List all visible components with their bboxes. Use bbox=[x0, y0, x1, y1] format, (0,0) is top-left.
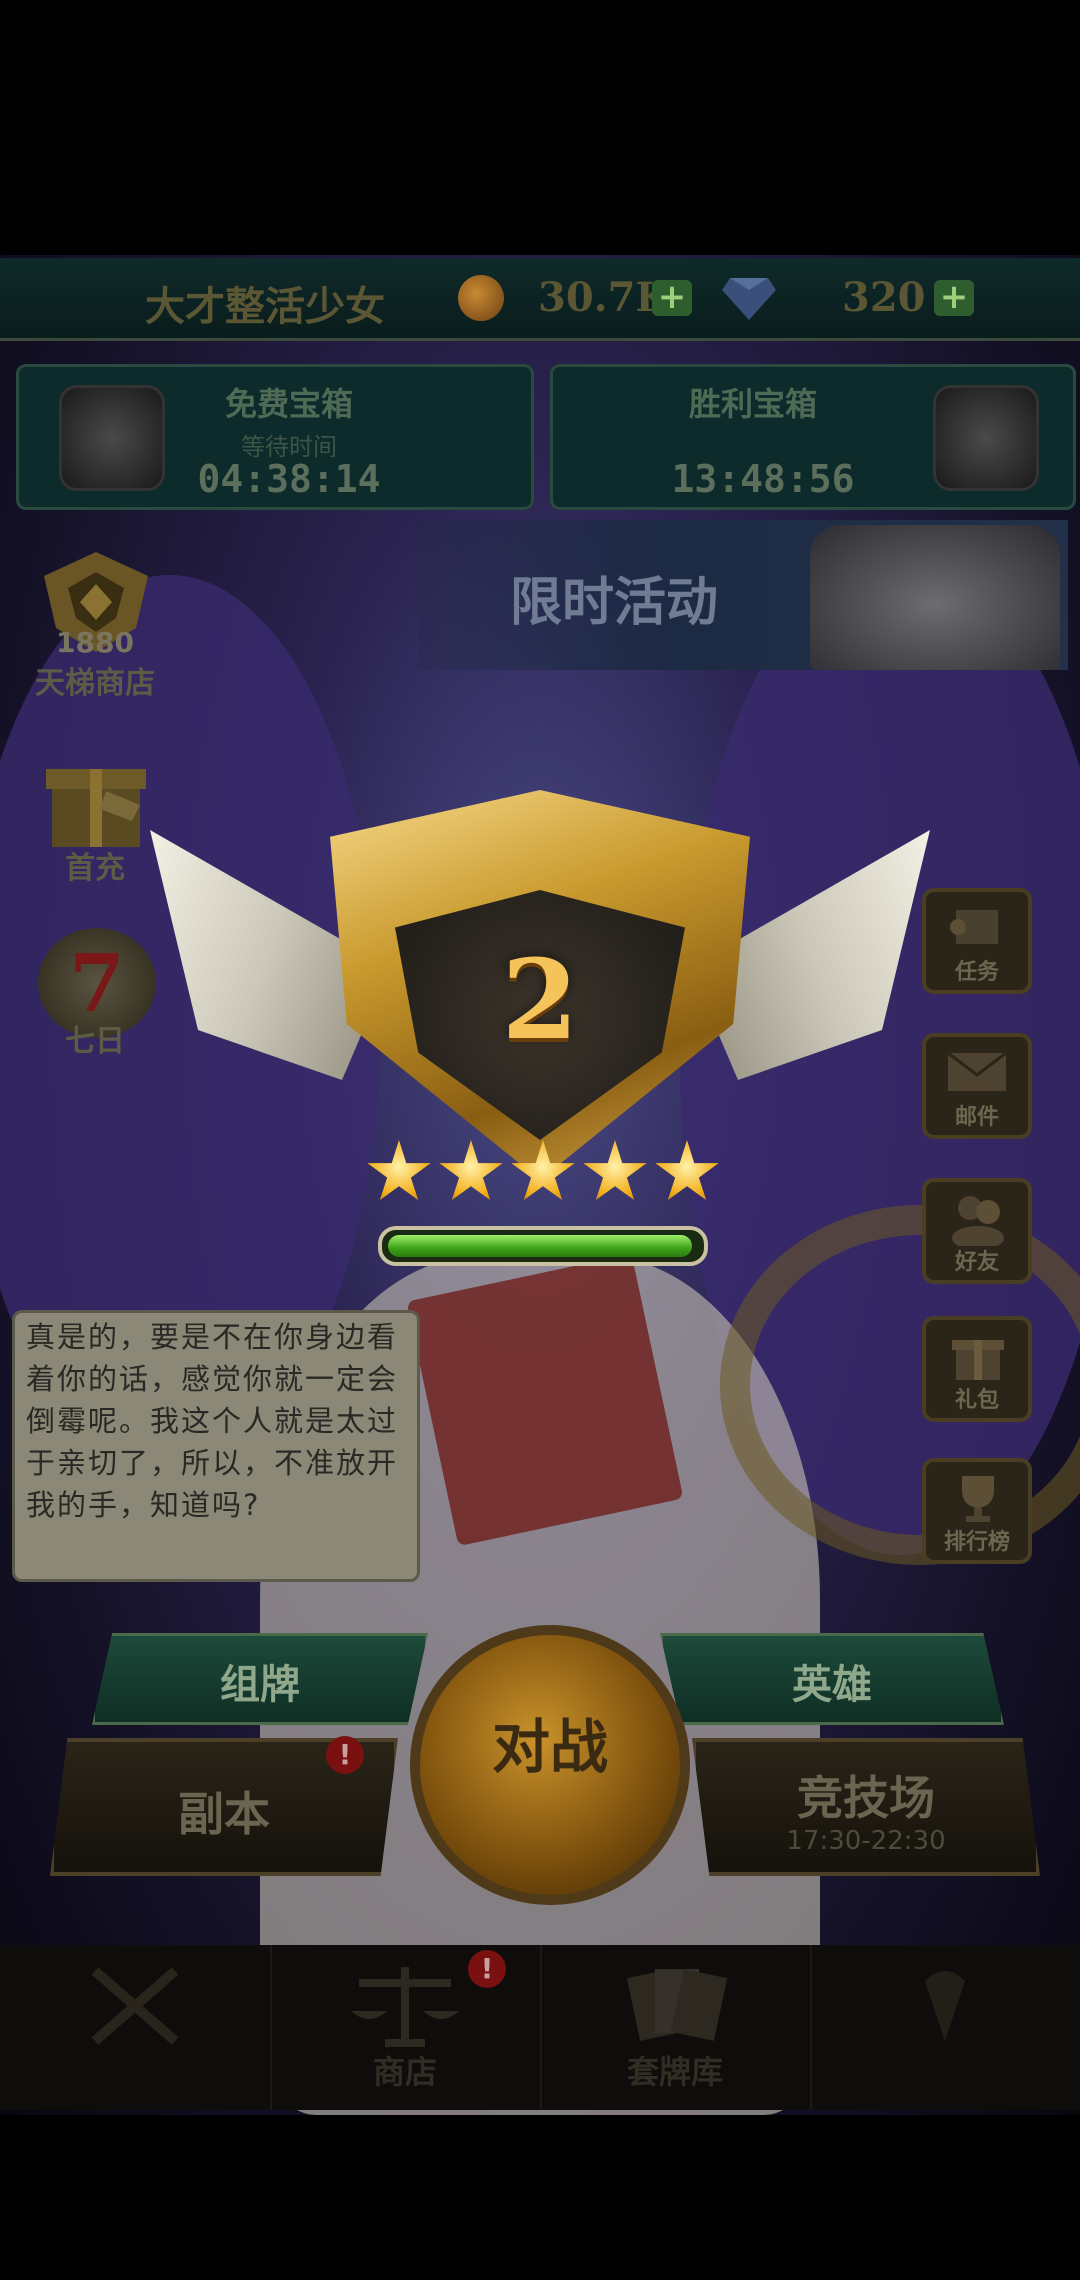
arena-hours: 17:30-22:30 bbox=[786, 1826, 946, 1856]
gift-box-icon[interactable] bbox=[36, 745, 156, 855]
add-gold-button[interactable]: + bbox=[652, 280, 692, 316]
nav-tab-deck-library[interactable]: 套牌库 bbox=[540, 1945, 812, 2110]
ladder-shop-label[interactable]: 天梯商店 bbox=[20, 658, 170, 702]
battle-label[interactable]: 对战 bbox=[410, 1700, 690, 1784]
more-icon bbox=[925, 1971, 965, 2041]
deck-label: 组牌 bbox=[220, 1662, 300, 1708]
rank-level-number: 2 bbox=[501, 935, 579, 1064]
nav-shop-label: 商店 bbox=[372, 2053, 437, 2091]
friends-button[interactable]: 好友 bbox=[922, 1178, 1032, 1284]
victory-chest-icon bbox=[933, 385, 1039, 491]
gift-pack-label: 礼包 bbox=[954, 1388, 999, 1413]
envelope-icon bbox=[947, 1051, 1007, 1091]
gift-pack-button[interactable]: 礼包 bbox=[922, 1316, 1032, 1422]
scroll-icon bbox=[950, 910, 998, 944]
resource-bar: 大才整活少女 30.7K + 320 + bbox=[0, 258, 1080, 341]
free-chest-title: 免费宝箱 bbox=[224, 385, 353, 423]
heroes-label: 英雄 bbox=[792, 1662, 872, 1708]
scales-icon bbox=[351, 1967, 459, 2047]
shop-alert-badge: ! bbox=[468, 1950, 506, 1988]
friends-icon bbox=[952, 1196, 1004, 1246]
tasks-label: 任务 bbox=[954, 960, 999, 985]
free-chest-timer: 04:38:14 bbox=[197, 457, 381, 501]
nav-tab-more[interactable] bbox=[810, 1945, 1080, 2110]
diamond-icon bbox=[722, 278, 776, 320]
dungeon-label: 副本 bbox=[178, 1787, 270, 1841]
gift-icon bbox=[952, 1340, 1004, 1380]
heroes-button[interactable]: 英雄 bbox=[660, 1633, 1004, 1725]
add-gem-button[interactable]: + bbox=[934, 280, 974, 316]
rank-progress-bar bbox=[378, 1226, 708, 1266]
seven-day-label[interactable]: 七日 bbox=[20, 1016, 170, 1060]
tasks-button[interactable]: 任务 bbox=[922, 888, 1032, 994]
free-chest-panel[interactable]: 免费宝箱 等待时间 04:38:14 bbox=[16, 364, 534, 510]
nav-tab-home[interactable] bbox=[0, 1945, 272, 2110]
victory-chest-panel[interactable]: 胜利宝箱 13:48:56 bbox=[550, 364, 1076, 510]
leaderboard-label: 排行榜 bbox=[943, 1530, 1010, 1555]
rank-progress-fill bbox=[388, 1235, 692, 1257]
card-deck-icon bbox=[626, 1969, 728, 2041]
gold-coin-icon bbox=[458, 275, 504, 321]
event-mascot-image bbox=[810, 525, 1060, 670]
mail-label: 邮件 bbox=[954, 1105, 999, 1130]
nav-deck-library-label: 套牌库 bbox=[626, 2053, 723, 2091]
character-dialogue-text: 真是的，要是不在你身边看着你的话，感觉你就一定会倒霉呢。我这个人就是太过于亲切了… bbox=[26, 1320, 399, 1522]
crossed-swords-icon bbox=[91, 1967, 179, 2045]
arena-label: 竞技场 bbox=[797, 1771, 935, 1825]
mail-button[interactable]: 邮件 bbox=[922, 1033, 1032, 1139]
ladder-points: 1880 bbox=[56, 626, 134, 659]
gold-amount: 30.7K bbox=[538, 274, 671, 321]
gem-amount: 320 bbox=[842, 274, 926, 321]
arena-button[interactable]: 竞技场 17:30-22:30 bbox=[692, 1738, 1040, 1876]
trophy-icon bbox=[962, 1476, 994, 1522]
game-screen: 大才整活少女 30.7K + 320 + 免费宝箱 等待时间 04:38:14 … bbox=[0, 0, 1080, 2280]
victory-chest-title: 胜利宝箱 bbox=[688, 385, 817, 423]
limited-event-label[interactable]: 限时活动 bbox=[510, 560, 718, 635]
dungeon-alert-badge: ! bbox=[326, 1736, 364, 1774]
first-recharge-label[interactable]: 首充 bbox=[20, 843, 170, 887]
deck-button[interactable]: 组牌 bbox=[92, 1633, 428, 1725]
player-name[interactable]: 大才整活少女 bbox=[145, 274, 385, 332]
leaderboard-button[interactable]: 排行榜 bbox=[922, 1458, 1032, 1564]
friends-label: 好友 bbox=[954, 1250, 999, 1275]
victory-chest-timer: 13:48:56 bbox=[671, 457, 855, 501]
